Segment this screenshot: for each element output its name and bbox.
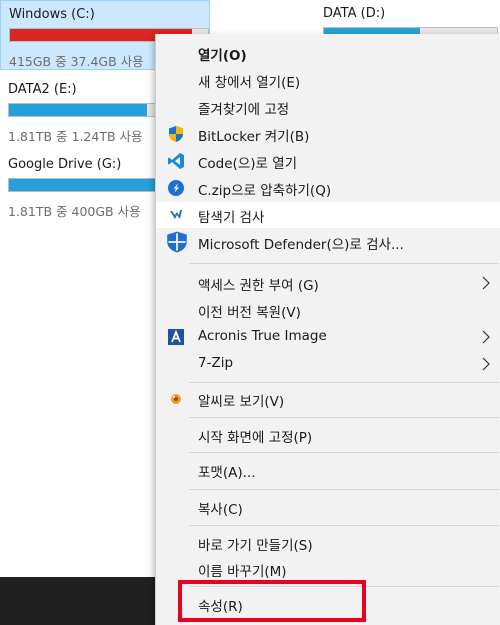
menu-item-label: Acronis True Image [198, 328, 327, 344]
menu-separator [189, 489, 499, 490]
menu-item-label: Code(으)로 열기 [198, 156, 298, 172]
drive-usage-text: 415GB 중 37.4GB 사용 [9, 54, 144, 69]
menu-item-label: 이름 바꾸기(M) [198, 564, 287, 580]
drive-name: Google Drive (G:) [8, 157, 122, 172]
menu-item-open-new-window[interactable]: 새 창에서 열기(E) [156, 67, 500, 93]
menu-item-label: 포맷(A)... [198, 465, 256, 481]
menu-item-rename[interactable]: 이름 바꾸기(M) [156, 556, 500, 582]
drive-name: Windows (C:) [9, 7, 95, 22]
menu-item-format[interactable]: 포맷(A)... [156, 457, 500, 483]
menu-item-restore-previous[interactable]: 이전 버전 복원(V) [156, 297, 500, 323]
menu-item-open[interactable]: 열기(O) [156, 40, 500, 66]
drive-usage-fill [9, 179, 165, 191]
menu-item-label: 액세스 권한 부여 (G) [198, 278, 319, 294]
menu-item-give-access[interactable]: 액세스 권한 부여 (G) [156, 270, 500, 296]
menu-item-pin-quick-access[interactable]: 즐겨찾기에 고정 [156, 94, 500, 120]
menu-item-label: 복사(C) [198, 502, 243, 518]
menu-item-compress-czip[interactable]: C.zip으로 압축하기(Q) [156, 175, 500, 201]
menu-separator [189, 452, 499, 453]
menu-item-alsee[interactable]: 알씨로 보기(V) [156, 386, 500, 412]
menu-item-label: 열기(O) [198, 48, 247, 64]
menu-item-label: 이전 버전 복원(V) [198, 305, 301, 321]
context-menu: 열기(O) 새 창에서 열기(E) 즐겨찾기에 고정 BitLocker 켜기(… [155, 34, 500, 625]
defender-icon [167, 231, 187, 253]
menu-item-defender-scan[interactable]: Microsoft Defender(으)로 검사... [156, 229, 500, 255]
menu-item-label: Microsoft Defender(으)로 검사... [198, 237, 404, 253]
chevron-right-icon [482, 330, 490, 344]
menu-item-explorer-scan[interactable]: 탐색기 검사 [156, 202, 500, 228]
menu-item-label: 탐색기 검사 [198, 210, 265, 226]
highlight-box [178, 580, 366, 622]
menu-item-label: 7-Zip [198, 355, 234, 371]
drive-name: DATA (D:) [323, 6, 386, 21]
menu-separator [189, 417, 499, 418]
drive-usage-text: 1.81TB 중 1.24TB 사용 [8, 129, 143, 144]
menu-item-label: C.zip으로 압축하기(Q) [198, 183, 332, 199]
menu-separator [189, 382, 499, 383]
menu-item-create-shortcut[interactable]: 바로 가기 만들기(S) [156, 530, 500, 556]
menu-item-copy[interactable]: 복사(C) [156, 494, 500, 520]
acronis-icon [168, 329, 184, 345]
v3-icon [170, 210, 182, 219]
menu-item-label: 바로 가기 만들기(S) [198, 538, 313, 554]
shield-icon [169, 126, 183, 142]
alsee-icon [171, 394, 181, 404]
menu-item-label: 알씨로 보기(V) [198, 394, 285, 410]
drive-name: DATA2 (E:) [8, 82, 77, 97]
menu-item-label: 시작 화면에 고정(P) [198, 430, 313, 446]
menu-separator [189, 263, 499, 264]
menu-item-7zip[interactable]: 7-Zip [156, 351, 500, 377]
menu-item-acronis[interactable]: Acronis True Image [156, 324, 500, 350]
vscode-icon [168, 153, 184, 169]
chevron-right-icon [482, 276, 490, 290]
menu-item-bitlocker[interactable]: BitLocker 켜기(B) [156, 121, 500, 147]
menu-item-label: 새 창에서 열기(E) [198, 75, 301, 91]
chevron-right-icon [482, 357, 490, 371]
menu-item-label: 즐겨찾기에 고정 [198, 102, 290, 118]
menu-item-open-with-code[interactable]: Code(으)로 열기 [156, 148, 500, 174]
menu-separator [189, 525, 499, 526]
menu-item-label: BitLocker 켜기(B) [198, 129, 310, 145]
menu-item-pin-start[interactable]: 시작 화면에 고정(P) [156, 422, 500, 448]
drive-usage-fill [9, 104, 147, 116]
drive-usage-text: 1.81TB 중 400GB 사용 [8, 204, 141, 219]
czip-icon [168, 180, 184, 196]
